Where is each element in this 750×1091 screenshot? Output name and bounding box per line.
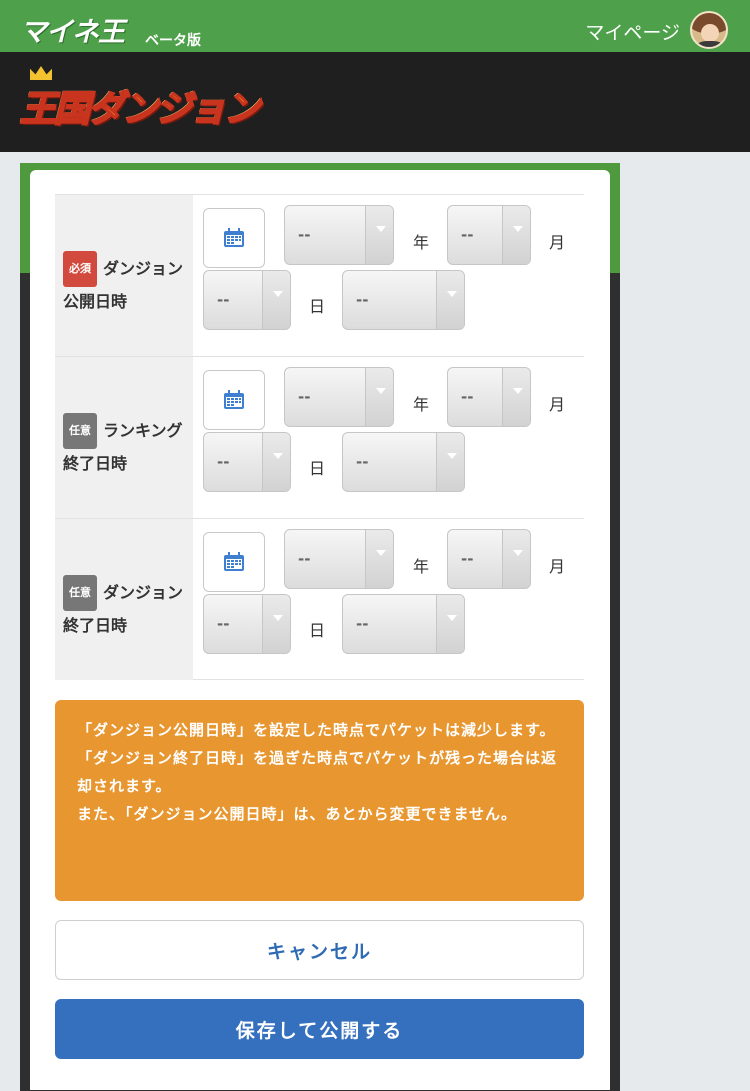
site-logo[interactable]: マイネ王 — [20, 10, 125, 49]
avatar[interactable] — [690, 11, 728, 49]
save-and-publish-button[interactable]: 保存して公開する — [55, 999, 584, 1059]
month-unit: 月 — [549, 557, 566, 576]
day-unit: 日 — [309, 297, 326, 316]
month-select[interactable]: -- — [447, 529, 531, 589]
beta-label: ベータ版 — [145, 33, 201, 49]
row-label-cell: 任意 ランキング終了日時 — [55, 357, 193, 518]
chevron-down-icon — [436, 595, 464, 653]
month-unit: 月 — [549, 233, 566, 252]
notice-line: 「ダンジョン終了日時」を過ぎた時点でパケットが残った場合は返却されます。 — [77, 749, 558, 795]
chevron-down-icon — [502, 368, 530, 426]
chevron-down-icon — [262, 595, 290, 653]
notice-box: 「ダンジョン公開日時」を設定した時点でパケットは減少します。 「ダンジョン終了日… — [55, 700, 584, 901]
time-select[interactable]: -- — [342, 594, 465, 654]
calendar-icon — [224, 390, 244, 409]
year-unit: 年 — [413, 557, 430, 576]
chevron-down-icon — [262, 433, 290, 491]
day-unit: 日 — [309, 621, 326, 640]
chevron-down-icon — [436, 271, 464, 329]
notice-line: 「ダンジョン公開日時」を設定した時点でパケットは減少します。 — [77, 721, 556, 739]
publish-modal: 必須 ダンジョン公開日時 -- 年 -- 月 -- 日 -- 任意 ランキング終了日… — [30, 170, 610, 1090]
cancel-button[interactable]: キャンセル — [55, 920, 584, 980]
chevron-down-icon — [502, 206, 530, 264]
chevron-down-icon — [365, 206, 393, 264]
time-select[interactable]: -- — [342, 270, 465, 330]
year-select[interactable]: -- — [284, 205, 394, 265]
time-select[interactable]: -- — [342, 432, 465, 492]
game-logo[interactable]: 王国ダンジョン — [19, 80, 261, 132]
chevron-down-icon — [502, 530, 530, 588]
day-select[interactable]: -- — [203, 594, 291, 654]
calendar-icon — [224, 552, 244, 571]
day-select[interactable]: -- — [203, 432, 291, 492]
row-label-cell: 任意 ダンジョン終了日時 — [55, 519, 193, 680]
calendar-button[interactable] — [203, 532, 265, 592]
month-select[interactable]: -- — [447, 205, 531, 265]
chevron-down-icon — [262, 271, 290, 329]
year-select[interactable]: -- — [284, 367, 394, 427]
row-label-cell: 必須 ダンジョン公開日時 — [55, 195, 193, 356]
optional-badge: 任意 — [63, 413, 97, 449]
calendar-icon — [224, 228, 244, 247]
form-row-publish-date: 必須 ダンジョン公開日時 -- 年 -- 月 -- 日 -- — [55, 194, 584, 356]
calendar-button[interactable] — [203, 208, 265, 268]
calendar-button[interactable] — [203, 370, 265, 430]
year-unit: 年 — [413, 233, 430, 252]
mypage-link[interactable]: マイページ — [585, 18, 680, 45]
chevron-down-icon — [436, 433, 464, 491]
day-unit: 日 — [309, 459, 326, 478]
form-row-ranking-end-date: 任意 ランキング終了日時 -- 年 -- 月 -- 日 -- — [55, 356, 584, 518]
month-select[interactable]: -- — [447, 367, 531, 427]
site-header: マイネ王 ベータ版 マイページ — [0, 0, 750, 52]
optional-badge: 任意 — [63, 575, 97, 611]
month-unit: 月 — [549, 395, 566, 414]
chevron-down-icon — [365, 530, 393, 588]
chevron-down-icon — [365, 368, 393, 426]
notice-line: また、「ダンジョン公開日時」は、あとから変更できません。 — [77, 805, 518, 823]
day-select[interactable]: -- — [203, 270, 291, 330]
year-unit: 年 — [413, 395, 430, 414]
form-row-dungeon-end-date: 任意 ダンジョン終了日時 -- 年 -- 月 -- 日 -- — [55, 518, 584, 680]
required-badge: 必須 — [63, 251, 97, 287]
year-select[interactable]: -- — [284, 529, 394, 589]
